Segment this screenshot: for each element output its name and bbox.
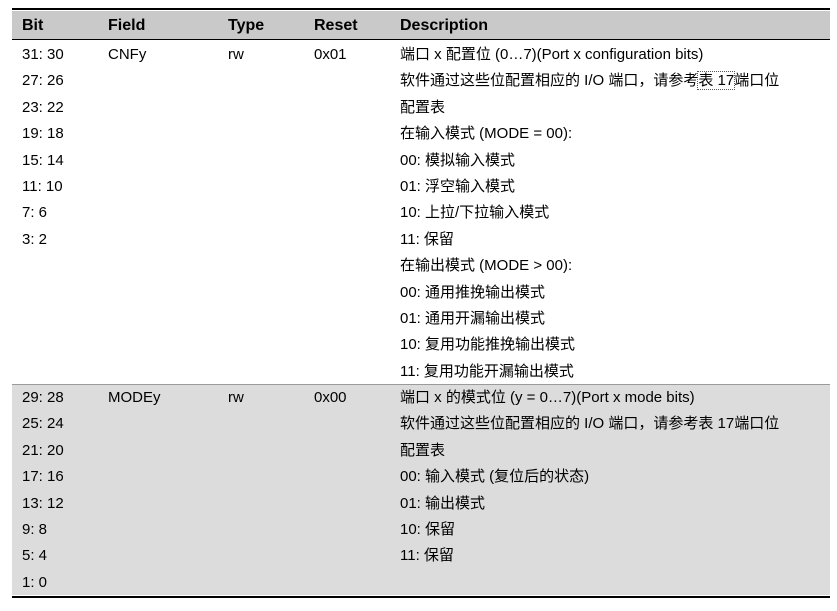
reset-value: 0x00 xyxy=(314,389,347,406)
table-row: 31: 30 27: 26 23: 22 19: 18 15: 14 11: 1… xyxy=(12,40,830,391)
description-line: 软件通过这些位配置相应的 I/O 端口，请参考表 17端口位 xyxy=(400,415,780,433)
description-line: 端口 x 配置位 (0…7)(Port x configuration bits… xyxy=(400,46,704,63)
header-description: Description xyxy=(400,17,489,34)
description-line: 01: 输出模式 xyxy=(400,494,486,512)
access-type: rw xyxy=(228,46,244,63)
header-reset: Reset xyxy=(314,17,358,34)
description-line: 00: 模拟输入模式 xyxy=(400,151,516,169)
description-line: 11: 保留 xyxy=(400,230,454,248)
bit-range: 17: 16 xyxy=(22,468,64,486)
description-line: 配置表 xyxy=(400,441,446,459)
description-line: 10: 上拉/下拉输入模式 xyxy=(400,204,550,222)
description-line: 11: 复用功能开漏输出模式 xyxy=(400,362,574,380)
field-name: MODEy xyxy=(108,389,161,406)
description-line: 在输出模式 (MODE > 00): xyxy=(400,257,573,275)
description-line: 10: 保留 xyxy=(400,520,456,538)
bit-range: 25: 24 xyxy=(22,415,64,433)
description-line: 01: 浮空输入模式 xyxy=(400,177,516,195)
description-line: 软件通过这些位配置相应的 I/O 端口，请参考表 17端口位 xyxy=(400,71,780,91)
table-row: 29: 28 25: 24 21: 20 17: 16 13: 12 9: 8 … xyxy=(12,385,830,595)
description-line: 10: 复用功能推挽输出模式 xyxy=(400,336,576,354)
field-name: CNFy xyxy=(108,46,147,63)
bit-column: 29: 28 25: 24 21: 20 17: 16 13: 12 9: 8 … xyxy=(22,385,64,596)
table-header: Bit Field Type Reset Description xyxy=(12,11,830,39)
reset-value: 0x01 xyxy=(314,46,347,63)
header-bit: Bit xyxy=(22,17,44,34)
access-type: rw xyxy=(228,389,244,406)
bit-range: 7: 6 xyxy=(22,204,48,222)
bit-range: 27: 26 xyxy=(22,72,64,90)
table-top-rule xyxy=(12,8,830,10)
bit-range: 1: 0 xyxy=(22,573,48,591)
bit-range: 15: 14 xyxy=(22,151,64,169)
bit-range: 19: 18 xyxy=(22,125,64,143)
description-line: 11: 保留 xyxy=(400,547,454,565)
bit-range: 13: 12 xyxy=(22,494,64,512)
bit-range: 31: 30 xyxy=(22,46,64,63)
bit-range: 21: 20 xyxy=(22,441,64,459)
description-line: 配置表 xyxy=(400,98,446,116)
description-line: 01: 通用开漏输出模式 xyxy=(400,309,546,327)
description-column: 端口 x 配置位 (0…7)(Port x configuration bits… xyxy=(400,42,779,385)
description-line: 在输入模式 (MODE = 00): xyxy=(400,125,573,143)
description-line: 00: 通用推挽输出模式 xyxy=(400,283,546,301)
bit-range: 29: 28 xyxy=(22,389,64,406)
bit-range: 9: 8 xyxy=(22,520,48,538)
table-reference-link[interactable]: 表 17 xyxy=(697,71,736,91)
description-line: 端口 x 的模式位 (y = 0…7)(Port x mode bits) xyxy=(400,389,695,406)
table-bottom-rule xyxy=(12,596,830,598)
header-type: Type xyxy=(228,17,265,34)
description-column: 端口 x 的模式位 (y = 0…7)(Port x mode bits) 软件… xyxy=(400,385,779,570)
bit-range: 11: 10 xyxy=(22,177,63,195)
bit-column: 31: 30 27: 26 23: 22 19: 18 15: 14 11: 1… xyxy=(22,42,64,253)
bit-range: 3: 2 xyxy=(22,230,48,248)
bit-range: 23: 22 xyxy=(22,98,64,116)
header-field: Field xyxy=(108,17,146,34)
bit-range: 5: 4 xyxy=(22,547,48,565)
description-line: 00: 输入模式 (复位后的状态) xyxy=(400,468,590,486)
